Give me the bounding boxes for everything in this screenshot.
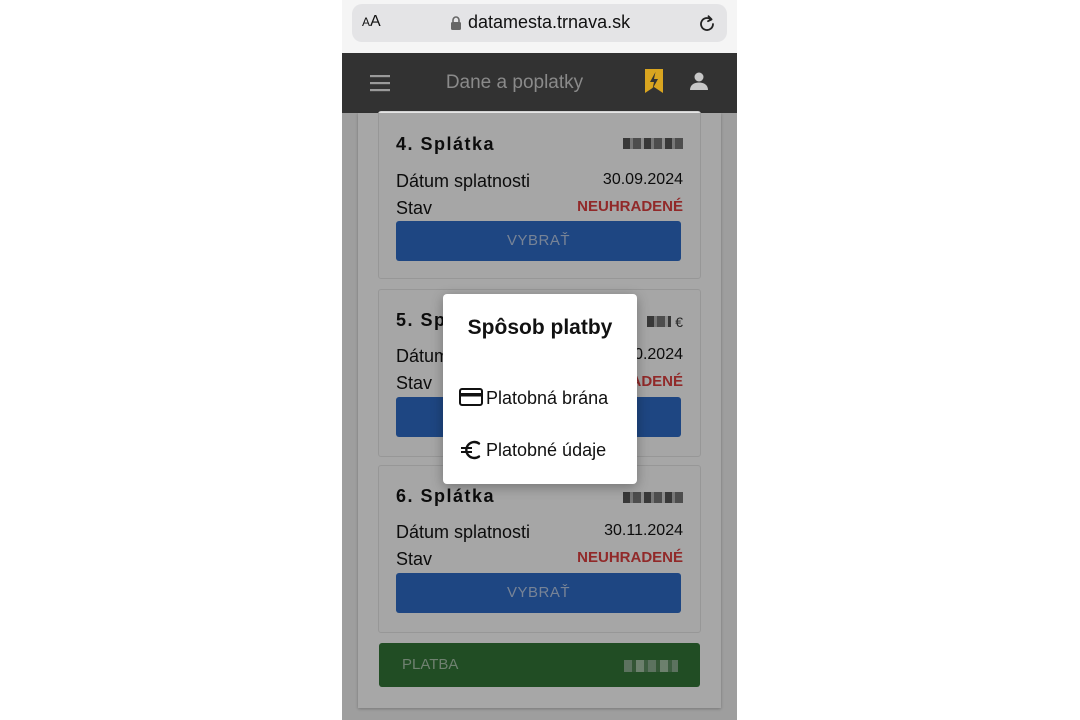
phone-screen: AA datamesta.trnava.sk Dane a poplatky 4… xyxy=(342,0,737,720)
euro-icon xyxy=(461,440,481,460)
user-account-icon[interactable] xyxy=(687,69,711,93)
option-payment-gateway[interactable]: Platobná brána xyxy=(459,380,629,416)
dialog-title: Spôsob platby xyxy=(467,316,613,339)
text-size-large-a: A xyxy=(370,13,381,30)
text-size-small-a: A xyxy=(362,15,371,29)
page-title: Dane a poplatky xyxy=(445,72,584,93)
lock-icon xyxy=(451,16,461,30)
option-label: Platobná brána xyxy=(486,388,609,408)
url-text: datamesta.trnava.sk xyxy=(468,12,631,32)
bookmark-bolt-icon[interactable] xyxy=(643,68,665,94)
option-label: Platobné údaje xyxy=(486,440,607,460)
text-size-button[interactable]: AA xyxy=(362,13,381,31)
option-payment-details[interactable]: Platobné údaje xyxy=(459,432,629,468)
payment-method-dialog: Spôsob platby Platobná brána Platobné úd… xyxy=(443,294,637,484)
app-header: Dane a poplatky xyxy=(342,53,737,113)
address-bar[interactable]: AA datamesta.trnava.sk xyxy=(352,4,727,42)
browser-bar: AA datamesta.trnava.sk xyxy=(342,0,737,53)
reload-icon[interactable] xyxy=(696,13,718,35)
credit-card-icon xyxy=(459,388,483,406)
